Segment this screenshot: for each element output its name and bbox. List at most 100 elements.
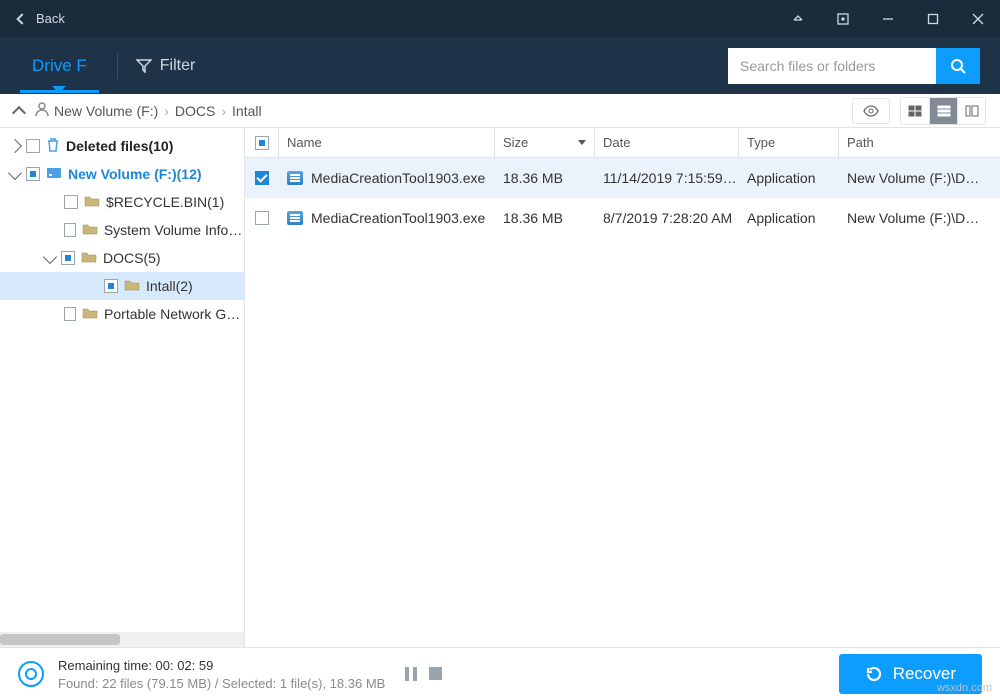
- stop-button[interactable]: [429, 667, 442, 680]
- up-button[interactable]: [12, 105, 26, 119]
- crumb-intall[interactable]: Intall: [232, 103, 262, 119]
- view-list[interactable]: [929, 98, 957, 124]
- view-mode-group: [900, 97, 986, 125]
- body: Deleted files(10) New Volume (F:)(12) $R…: [0, 128, 1000, 647]
- recover-icon: [865, 665, 883, 683]
- folder-icon: [124, 278, 140, 294]
- cell-date: 8/7/2019 7:28:20 AM: [603, 210, 732, 226]
- tree-label: System Volume Information: [104, 222, 244, 238]
- disk-icon: [46, 166, 62, 183]
- cell-size: 18.36 MB: [503, 210, 563, 226]
- expand-icon[interactable]: [8, 139, 22, 153]
- tree-recycle[interactable]: $RECYCLE.BIN(1): [0, 188, 244, 216]
- file-table: Name Size Date Type Path MediaCreationTo…: [245, 128, 1000, 647]
- chevron-left-icon: [16, 13, 27, 24]
- folder-icon: [82, 306, 98, 322]
- cell-type: Application: [747, 210, 816, 226]
- close-button[interactable]: [955, 0, 1000, 37]
- th-date[interactable]: Date: [595, 128, 739, 157]
- status-bar: Remaining time: 00: 02: 59 Found: 22 fil…: [0, 647, 1000, 700]
- status-found: Found: 22 files (79.15 MB) / Selected: 1…: [58, 676, 385, 691]
- tree-label: Portable Network Graphics: [104, 306, 244, 322]
- scan-icon: [18, 661, 44, 687]
- cell-type: Application: [747, 170, 816, 186]
- status-text: Remaining time: 00: 02: 59 Found: 22 fil…: [58, 658, 385, 691]
- filter-button[interactable]: Filter: [136, 57, 196, 75]
- toolbar: Drive F Filter: [0, 37, 1000, 94]
- table-row[interactable]: MediaCreationTool1903.exe 18.36 MB 8/7/201…: [245, 198, 1000, 238]
- search-input[interactable]: [728, 48, 936, 84]
- title-bar: Back: [0, 0, 1000, 37]
- th-size[interactable]: Size: [495, 128, 595, 157]
- exe-icon: [287, 211, 303, 225]
- window-icon-1[interactable]: [775, 0, 820, 37]
- filter-label: Filter: [160, 57, 196, 75]
- drive-tab[interactable]: Drive F: [20, 39, 99, 93]
- divider: [117, 53, 118, 79]
- checkbox[interactable]: [104, 279, 118, 293]
- exe-icon: [287, 171, 303, 185]
- window-icon-2[interactable]: [820, 0, 865, 37]
- checkbox[interactable]: [26, 167, 40, 181]
- trash-icon: [46, 138, 60, 155]
- scan-controls: [405, 667, 442, 681]
- recover-label: Recover: [893, 664, 956, 684]
- checkbox[interactable]: [26, 139, 40, 153]
- tree-hscrollbar[interactable]: [0, 632, 244, 647]
- search-icon: [950, 58, 966, 74]
- minimize-button[interactable]: [865, 0, 910, 37]
- tree-label: Intall(2): [146, 278, 193, 294]
- cell-name: MediaCreationTool1903.exe: [311, 210, 485, 226]
- collapse-icon[interactable]: [8, 165, 22, 179]
- tree-label: DOCS(5): [103, 250, 161, 266]
- pause-button[interactable]: [405, 667, 417, 681]
- folder-icon: [84, 194, 100, 210]
- th-path[interactable]: Path: [839, 128, 1000, 157]
- tree-label: Deleted files(10): [66, 138, 173, 154]
- tree-new-volume[interactable]: New Volume (F:)(12): [0, 160, 244, 188]
- folder-icon: [82, 222, 98, 238]
- cell-name: MediaCreationTool1903.exe: [311, 170, 485, 186]
- filter-icon: [136, 59, 152, 73]
- window-controls: [775, 0, 1000, 37]
- breadcrumb: New Volume (F:) › DOCS › Intall: [54, 103, 262, 119]
- status-remaining: Remaining time: 00: 02: 59: [58, 658, 385, 673]
- tree-label: New Volume (F:)(12): [68, 166, 202, 182]
- view-grid[interactable]: [901, 98, 929, 124]
- view-detail[interactable]: [957, 98, 985, 124]
- table-row[interactable]: MediaCreationTool1903.exe18.36 MB11/14/2…: [245, 158, 1000, 198]
- tree-docs[interactable]: DOCS(5): [0, 244, 244, 272]
- checkbox[interactable]: [61, 251, 75, 265]
- table-header: Name Size Date Type Path: [245, 128, 1000, 158]
- search-button[interactable]: [936, 48, 980, 84]
- tree-intall[interactable]: Intall(2): [0, 272, 244, 300]
- maximize-button[interactable]: [910, 0, 955, 37]
- th-type[interactable]: Type: [739, 128, 839, 157]
- tree-png[interactable]: Portable Network Graphics: [0, 300, 244, 328]
- th-checkbox[interactable]: [245, 128, 279, 157]
- watermark: wsxdn.com: [937, 682, 992, 694]
- folder-icon: [81, 250, 97, 266]
- back-label: Back: [36, 11, 65, 26]
- crumb-root[interactable]: New Volume (F:): [54, 103, 158, 119]
- row-checkbox[interactable]: [255, 171, 269, 185]
- checkbox[interactable]: [64, 195, 78, 209]
- tree-deleted-files[interactable]: Deleted files(10): [0, 132, 244, 160]
- tree-sysinfo[interactable]: System Volume Information: [0, 216, 244, 244]
- preview-toggle[interactable]: [852, 98, 890, 124]
- checkbox[interactable]: [64, 223, 76, 237]
- view-controls: [852, 97, 986, 125]
- folder-tree: Deleted files(10) New Volume (F:)(12) $R…: [0, 128, 245, 647]
- checkbox[interactable]: [64, 307, 76, 321]
- back-button[interactable]: Back: [0, 11, 83, 26]
- crumb-docs[interactable]: DOCS: [175, 103, 215, 119]
- cell-path: New Volume (F:)\D…: [847, 210, 979, 226]
- chevron-right-icon: ›: [164, 103, 169, 119]
- cell-size: 18.36 MB: [503, 170, 563, 186]
- tree-label: $RECYCLE.BIN(1): [106, 194, 224, 210]
- collapse-icon[interactable]: [43, 249, 57, 263]
- breadcrumb-bar: New Volume (F:) › DOCS › Intall: [0, 94, 1000, 128]
- row-checkbox[interactable]: [255, 211, 269, 225]
- th-name[interactable]: Name: [279, 128, 495, 157]
- user-icon[interactable]: [34, 101, 50, 120]
